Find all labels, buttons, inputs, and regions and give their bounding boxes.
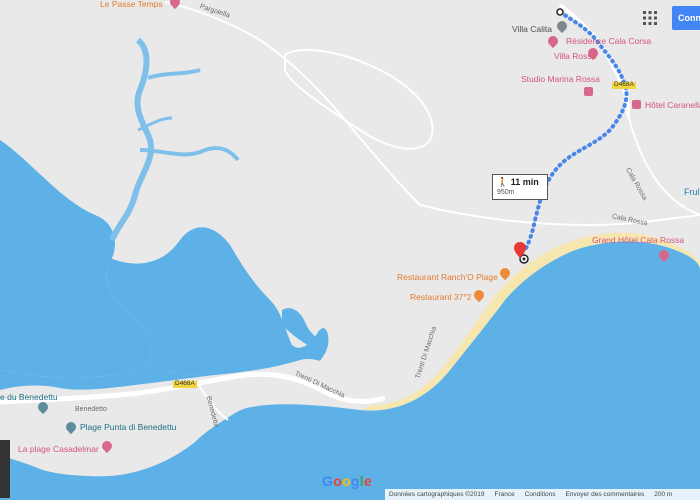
data-credit: Données cartographiques ©2019 (389, 491, 485, 498)
route-duration: 11 min (510, 177, 539, 187)
plage-punta-label: Plage Punta di Benedettu (80, 422, 177, 432)
apps-grid-icon[interactable] (640, 8, 660, 28)
feedback-link[interactable]: Envoyer des commentaires (565, 491, 644, 498)
studio-label: Studio Marina Rossa (521, 74, 600, 84)
restaurant-37-label: Restaurant 37°2 (410, 292, 472, 302)
villa-calita-label: Villa Calita (512, 24, 553, 34)
streetview-thumbnail[interactable] (0, 440, 10, 498)
region-link[interactable]: France (495, 491, 515, 498)
d468a-top-label: D468A (612, 81, 636, 89)
route-duration-box[interactable]: 🚶 11 min 950m (492, 174, 548, 200)
scale-label: 200 m (654, 491, 673, 498)
route-start (556, 8, 564, 16)
road-benedetto-1: Benedetto (75, 406, 107, 413)
residence-label: Résidence Cala Corsa (566, 36, 652, 46)
route-distance: 950m (497, 189, 515, 196)
d468a-bottom-label: D468A (173, 380, 197, 388)
google-logo: Google (322, 473, 373, 489)
villa-rossa-label: Villa Rossa (554, 51, 597, 61)
connect-button[interactable]: Conne (672, 6, 700, 30)
studio-pin[interactable] (584, 87, 593, 96)
fruli-label: Frul (684, 187, 700, 197)
walking-icon: 🚶 (497, 177, 509, 187)
hotel-caranella-label: Hôtel Caranella (645, 100, 700, 110)
hotel-caranella-pin[interactable] (632, 100, 641, 109)
restaurant-ranch-label: Restaurant Ranch'O Plage (397, 272, 498, 282)
map-footer: Données cartographiques ©2019 France Con… (385, 489, 700, 500)
le-passe-temps-label: Le Passe Temps (100, 0, 163, 9)
plage-casadelmar-label: La plage Casadelmar (18, 444, 99, 454)
benedettu-label: e du Benedettu (0, 392, 58, 402)
grand-hotel-label: Grand Hôtel Cala Rossa (592, 235, 685, 245)
conditions-link[interactable]: Conditions (525, 491, 556, 498)
